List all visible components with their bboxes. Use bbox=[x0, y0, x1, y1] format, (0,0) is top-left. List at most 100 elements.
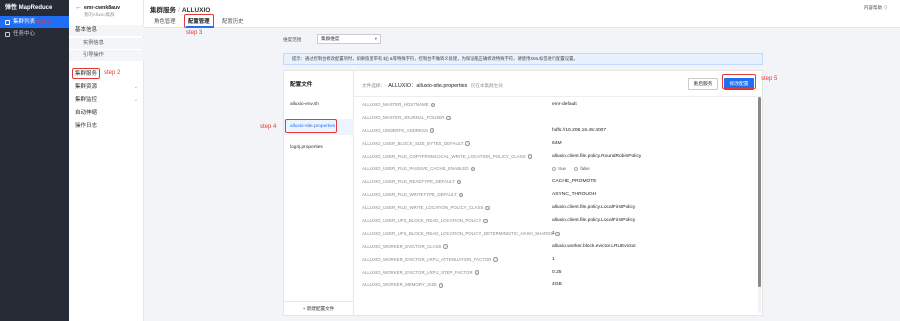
help-icon[interactable]: ? bbox=[527, 154, 533, 159]
config-panel: 配置文件 alluxio-env.sh alluxio-site.propert… bbox=[283, 70, 763, 316]
config-row: ALLUXIO_USER_FILE_COPYFROMLOCAL_WRITE_LO… bbox=[362, 151, 752, 164]
config-key-text: ALLUXIO_UNDERFS_ADDRESS bbox=[362, 127, 428, 133]
cluster-side-menu: ← emr-cwnk8auv 我的Alluxio集群 基本信息 实例信息 引导操… bbox=[69, 0, 144, 321]
side-group-label: 基本信息 bbox=[75, 27, 98, 33]
scrollbar-thumb[interactable] bbox=[758, 97, 761, 287]
config-row: ALLUXIO_WORKER_EVICTOR_LRFU_STEP_FACTOR?… bbox=[362, 267, 752, 280]
selected-file-name: ALLUXIO：alluxio-site.properties bbox=[388, 83, 468, 89]
help-icon[interactable]: ? bbox=[443, 244, 448, 249]
config-row: ALLUXIO_MASTER_JOURNAL_FOLDER? bbox=[362, 112, 752, 125]
config-row: ALLUXIO_USER_UFS_BLOCK_READ_LOCATION_POL… bbox=[362, 228, 752, 241]
side-item-label: 操作日志 bbox=[75, 123, 98, 129]
radio-option-true[interactable]: true bbox=[552, 163, 566, 176]
config-key: ALLUXIO_USER_UFS_BLOCK_READ_LOCATION_POL… bbox=[362, 228, 560, 241]
config-key: ALLUXIO_USER_UFS_BLOCK_READ_LOCATION_POL… bbox=[362, 215, 488, 228]
help-icon[interactable]: ? bbox=[493, 257, 498, 262]
step5-annotation: step 5 bbox=[761, 76, 778, 82]
config-value: 1 bbox=[552, 230, 555, 236]
restart-service-button[interactable]: 重启服务 bbox=[688, 78, 718, 90]
config-key-text: ALLUXIO_USER_UFS_BLOCK_READ_LOCATION_POL… bbox=[362, 230, 554, 236]
step4-highlight bbox=[285, 119, 337, 133]
nav-item-label: 任务中心 bbox=[13, 31, 36, 37]
radio-circle-icon bbox=[573, 167, 579, 172]
help-icon[interactable]: ? bbox=[446, 115, 451, 121]
help-icon[interactable]: ? bbox=[429, 128, 435, 133]
config-key: ALLUXIO_WORKER_EVICTOR_LRFU_ATTENUATION_… bbox=[362, 254, 498, 267]
help-icon[interactable]: ? bbox=[474, 270, 480, 275]
config-key-text: ALLUXIO_USER_FILE_READTYPE_DEFAULT bbox=[362, 179, 455, 185]
cluster-icon bbox=[5, 19, 10, 25]
config-row: ALLUXIO_MASTER_HOSTNAME? emr-default bbox=[362, 99, 752, 112]
config-key-text: ALLUXIO_USER_FILE_WRITETYPE_DEFAULT bbox=[362, 192, 457, 198]
side-item-label: 集群监控 bbox=[75, 97, 98, 103]
cluster-name: emr-cwnk8auv bbox=[84, 5, 121, 11]
config-key-text: ALLUXIO_USER_FILE_PASSIVE_CACHE_ENABLED bbox=[362, 166, 469, 172]
help-icon[interactable]: ? bbox=[555, 231, 560, 237]
config-file-list: 配置文件 alluxio-env.sh alluxio-site.propert… bbox=[284, 71, 354, 315]
config-key: ALLUXIO_WORKER_EVICTOR_CLASS? bbox=[362, 241, 448, 254]
config-value: 64M bbox=[552, 140, 562, 146]
config-key-text: ALLUXIO_WORKER_MEMORY_SIZE bbox=[362, 282, 438, 288]
side-item-instance-info[interactable]: 实例信息 bbox=[69, 38, 144, 49]
help-icon[interactable]: ? bbox=[465, 141, 470, 146]
help-icon[interactable]: ? bbox=[430, 102, 435, 108]
config-value: ASYNC_THROUGH bbox=[552, 192, 597, 198]
help-icon[interactable]: ? bbox=[458, 192, 464, 198]
chevron-down-icon: ⌄ bbox=[133, 84, 138, 90]
help-icon[interactable]: ? bbox=[485, 205, 490, 211]
step5-highlight bbox=[722, 74, 756, 89]
config-key-text: ALLUXIO_MASTER_HOSTNAME bbox=[362, 102, 429, 107]
config-key-text: ALLUXIO_USER_BLOCK_SIZE_BYTES_DEFAULT bbox=[362, 140, 464, 146]
config-file-item[interactable]: alluxio-env.sh bbox=[284, 97, 354, 113]
nav-item-task-center[interactable]: 任务中心 bbox=[0, 28, 69, 40]
tab-role-management[interactable]: 角色管理 bbox=[154, 17, 176, 25]
config-row: ALLUXIO_USER_FILE_READTYPE_DEFAULT? CACHE… bbox=[362, 176, 752, 189]
config-value: alluxio.client.file.policy.LocalFirstPol… bbox=[552, 205, 636, 211]
nav-item-cluster-list[interactable]: 集群列表 step 1 bbox=[0, 16, 69, 28]
config-row: ALLUXIO_UNDERFS_ADDRESS? hdfs://10.206.16… bbox=[362, 125, 752, 138]
divider bbox=[354, 96, 762, 97]
side-item-bootstrap[interactable]: 引导操作 bbox=[69, 50, 144, 61]
file-selection-header: 文件选择： ALLUXIO：alluxio-site.properties 仅在… bbox=[362, 81, 503, 89]
help-link[interactable]: 内容帮助 ⇩ bbox=[864, 5, 888, 11]
radio-label: false bbox=[580, 166, 590, 172]
step3-annotation: step 3 bbox=[186, 30, 203, 36]
config-row: ALLUXIO_USER_FILE_PASSIVE_CACHE_ENABLED?… bbox=[362, 163, 752, 176]
notice-banner: 提示：通过控制台修改配置项时，如果值里带有 ${} &等特殊字符，控制台不做转义… bbox=[283, 53, 763, 65]
side-group-basic-info[interactable]: 基本信息 bbox=[69, 25, 144, 36]
config-key: ALLUXIO_USER_FILE_COPYFROMLOCAL_WRITE_LO… bbox=[362, 151, 533, 164]
config-value: hdfs://10.206.16.45:4007 bbox=[552, 127, 607, 133]
side-item-label: 集群资源 bbox=[75, 84, 98, 90]
config-key-text: ALLUXIO_WORKER_EVICTOR_LRFU_ATTENUATION_… bbox=[362, 256, 492, 262]
side-item-operation-log[interactable]: 操作日志 bbox=[69, 120, 144, 132]
config-value: alluxio.worker.block.evictor.LRUEvictor bbox=[552, 243, 636, 249]
task-icon bbox=[5, 31, 10, 37]
help-icon[interactable]: ? bbox=[470, 167, 475, 172]
config-rows: ALLUXIO_MASTER_HOSTNAME? emr-default ALLUX… bbox=[362, 99, 752, 292]
config-file-item[interactable]: log4j.properties bbox=[284, 140, 354, 156]
config-key: ALLUXIO_USER_FILE_READTYPE_DEFAULT? bbox=[362, 176, 462, 189]
arrow-left-icon[interactable]: ← bbox=[75, 4, 82, 11]
nav-item-label: 集群列表 bbox=[13, 19, 36, 25]
side-item-cluster-resource[interactable]: 集群资源 ⌄ bbox=[69, 81, 144, 93]
tab-config-history[interactable]: 配置历史 bbox=[222, 17, 244, 25]
help-icon[interactable]: ? bbox=[439, 283, 444, 288]
config-row: ALLUXIO_USER_UFS_BLOCK_READ_LOCATION_POL… bbox=[362, 215, 752, 228]
radio-option-false[interactable]: false bbox=[573, 163, 590, 176]
add-config-file-button[interactable]: + 新建配置文件 bbox=[284, 301, 353, 315]
side-item-auto-scaling[interactable]: 自动伸缩 bbox=[69, 107, 144, 119]
help-icon[interactable]: ? bbox=[483, 218, 488, 224]
config-key-text: ALLUXIO_WORKER_EVICTOR_CLASS bbox=[362, 243, 442, 249]
config-value: 1 bbox=[552, 256, 555, 262]
help-icon[interactable]: ? bbox=[456, 179, 462, 185]
dimension-select[interactable]: 集群维度 ▾ bbox=[317, 34, 381, 44]
config-row: ALLUXIO_WORKER_MEMORY_SIZE? 4GB bbox=[362, 279, 752, 292]
step2-annotation: step 2 bbox=[104, 70, 121, 76]
config-value: alluxio.client.file.policy.RoundRobinPol… bbox=[552, 153, 642, 159]
main-nav: 弹性 MapReduce 集群列表 step 1 任务中心 bbox=[0, 0, 69, 321]
breadcrumb-parent[interactable]: 集群服务 bbox=[150, 7, 176, 14]
config-key: ALLUXIO_MASTER_HOSTNAME? bbox=[362, 99, 435, 112]
config-value: CACHE_PROMOTE bbox=[552, 179, 597, 185]
side-item-cluster-monitor[interactable]: 集群监控 ⌄ bbox=[69, 94, 144, 106]
config-detail: 文件选择： ALLUXIO：alluxio-site.properties 仅在… bbox=[354, 71, 762, 315]
